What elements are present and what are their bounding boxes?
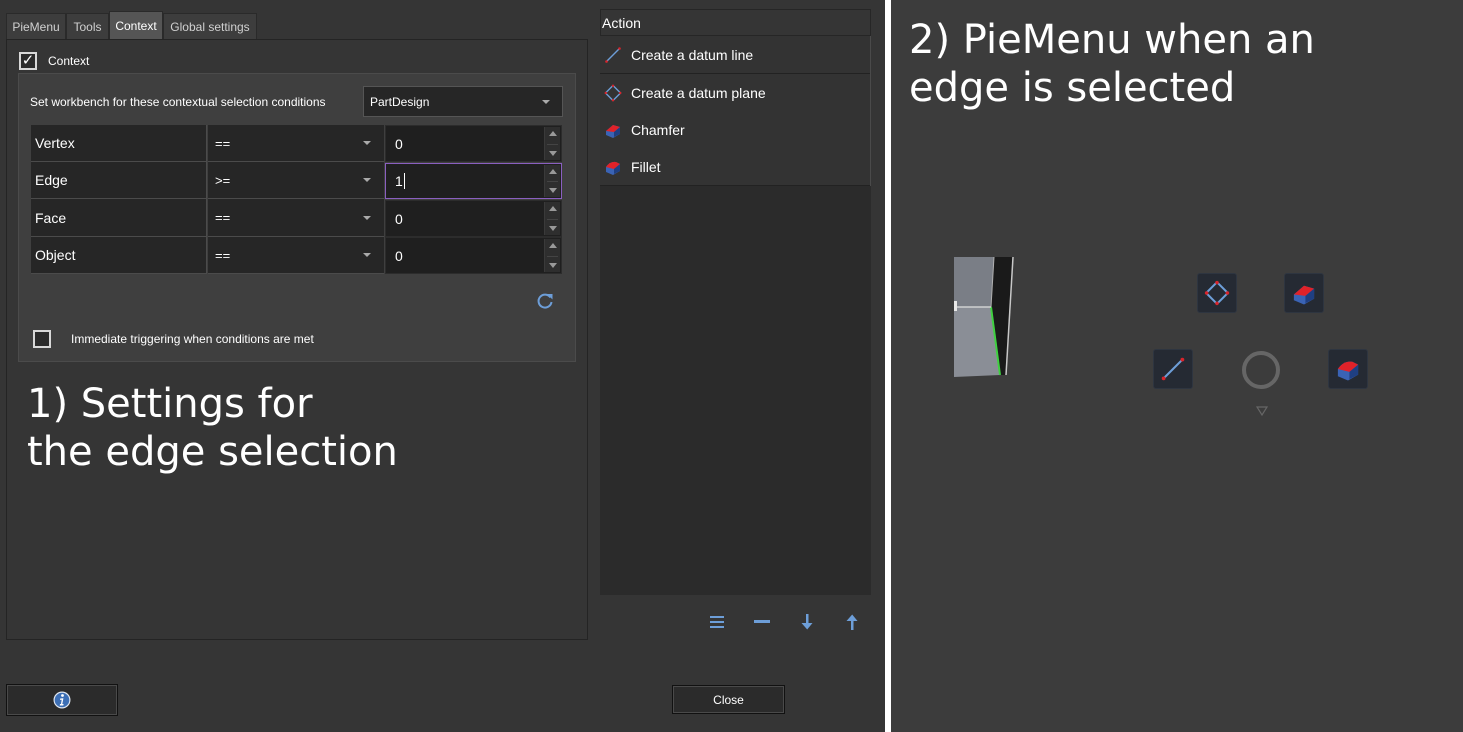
context-checkbox-label: Context — [48, 54, 90, 68]
spinbox-buttons[interactable] — [544, 165, 560, 197]
action-item-fillet[interactable]: Fillet — [600, 148, 871, 186]
action-item-label: Fillet — [631, 158, 661, 175]
workbench-combo[interactable]: PartDesign — [363, 86, 563, 117]
operator-value: == — [215, 135, 231, 151]
operator-value: == — [215, 247, 231, 263]
condition-operator-object[interactable]: == — [208, 237, 384, 274]
selected-part-model — [954, 257, 1014, 377]
condition-value-object[interactable]: 0 — [385, 237, 562, 274]
operator-value: >= — [215, 172, 231, 188]
condition-name-object: Object — [31, 237, 207, 274]
refresh-icon[interactable] — [535, 291, 555, 311]
chevron-down-icon — [363, 178, 371, 182]
piemenu-preview: 2) PieMenu when an edge is selected — [891, 0, 1463, 732]
workbench-label: Set workbench for these contextual selec… — [30, 95, 326, 109]
expand-triangle-icon[interactable] — [1256, 406, 1268, 416]
remove-icon[interactable] — [751, 611, 773, 633]
immediate-trigger-checkbox[interactable] — [33, 330, 51, 348]
caption-settings: 1) Settings for the edge selection — [27, 381, 398, 475]
fillet-icon — [1337, 361, 1359, 381]
condition-name-face: Face — [31, 199, 207, 237]
chamfer-icon — [1293, 285, 1315, 305]
move-up-icon[interactable] — [841, 611, 863, 633]
datum-plane-icon — [604, 84, 622, 102]
text-cursor — [403, 173, 405, 189]
spinbox-value: 1 — [395, 173, 403, 189]
condition-value-edge[interactable]: 1 — [385, 163, 562, 199]
spinbox-buttons[interactable] — [544, 239, 560, 272]
chamfer-icon — [604, 121, 622, 139]
context-checkbox[interactable]: ✓ — [19, 51, 37, 70]
action-item-datum-line[interactable]: Create a datum line — [600, 36, 871, 74]
chevron-down-icon — [363, 253, 371, 257]
tab-context[interactable]: Context — [109, 11, 163, 39]
checkmark-icon: ✓ — [21, 51, 35, 69]
condition-operator-vertex[interactable]: == — [208, 125, 384, 162]
condition-operator-face[interactable]: == — [208, 199, 384, 237]
datum-plane-icon — [1204, 280, 1230, 306]
tab-global-settings[interactable]: Global settings — [163, 13, 257, 39]
condition-value-face[interactable]: 0 — [385, 200, 562, 237]
action-list-header: Action — [600, 9, 871, 36]
pie-chamfer-button[interactable] — [1284, 273, 1324, 313]
pie-fillet-button[interactable] — [1328, 349, 1368, 389]
condition-name-edge: Edge — [31, 162, 207, 199]
immediate-trigger-label: Immediate triggering when conditions are… — [71, 332, 314, 346]
preferences-dialog: PieMenu Tools Context Global settings ✓ … — [0, 0, 885, 732]
action-item-datum-plane[interactable]: Create a datum plane — [600, 74, 871, 112]
operator-value: == — [215, 210, 231, 225]
chevron-down-icon — [363, 215, 371, 220]
tab-piemenu[interactable]: PieMenu — [6, 13, 66, 39]
spinbox-value: 0 — [395, 135, 403, 152]
condition-name-vertex: Vertex — [31, 125, 207, 162]
spinbox-value: 0 — [395, 247, 403, 264]
condition-value-vertex[interactable]: 0 — [385, 125, 562, 162]
action-item-chamfer[interactable]: Chamfer — [600, 111, 871, 149]
info-button[interactable] — [6, 684, 118, 716]
datum-line-icon — [604, 46, 622, 64]
pie-center-ring[interactable] — [1240, 349, 1282, 391]
pie-datum-plane-button[interactable] — [1197, 273, 1237, 313]
spinbox-value: 0 — [395, 210, 403, 227]
action-item-label: Create a datum plane — [631, 84, 766, 101]
action-item-label: Create a datum line — [631, 46, 754, 63]
action-item-label: Chamfer — [631, 121, 685, 138]
list-icon[interactable] — [706, 611, 728, 633]
move-down-icon[interactable] — [796, 611, 818, 633]
tab-tools[interactable]: Tools — [66, 13, 109, 39]
info-icon — [53, 691, 71, 709]
spinbox-buttons[interactable] — [544, 127, 560, 160]
action-list-edge — [870, 36, 871, 186]
workbench-combo-value: PartDesign — [370, 94, 430, 109]
chevron-down-icon — [363, 141, 371, 145]
spinbox-buttons[interactable] — [544, 202, 560, 235]
chevron-down-icon — [542, 99, 550, 104]
fillet-icon — [604, 158, 622, 176]
pie-datum-line-button[interactable] — [1153, 349, 1193, 389]
caption-piemenu: 2) PieMenu when an edge is selected — [909, 17, 1315, 111]
condition-operator-edge[interactable]: >= — [208, 162, 384, 199]
close-button[interactable]: Close — [672, 685, 785, 714]
datum-line-icon — [1161, 357, 1185, 381]
